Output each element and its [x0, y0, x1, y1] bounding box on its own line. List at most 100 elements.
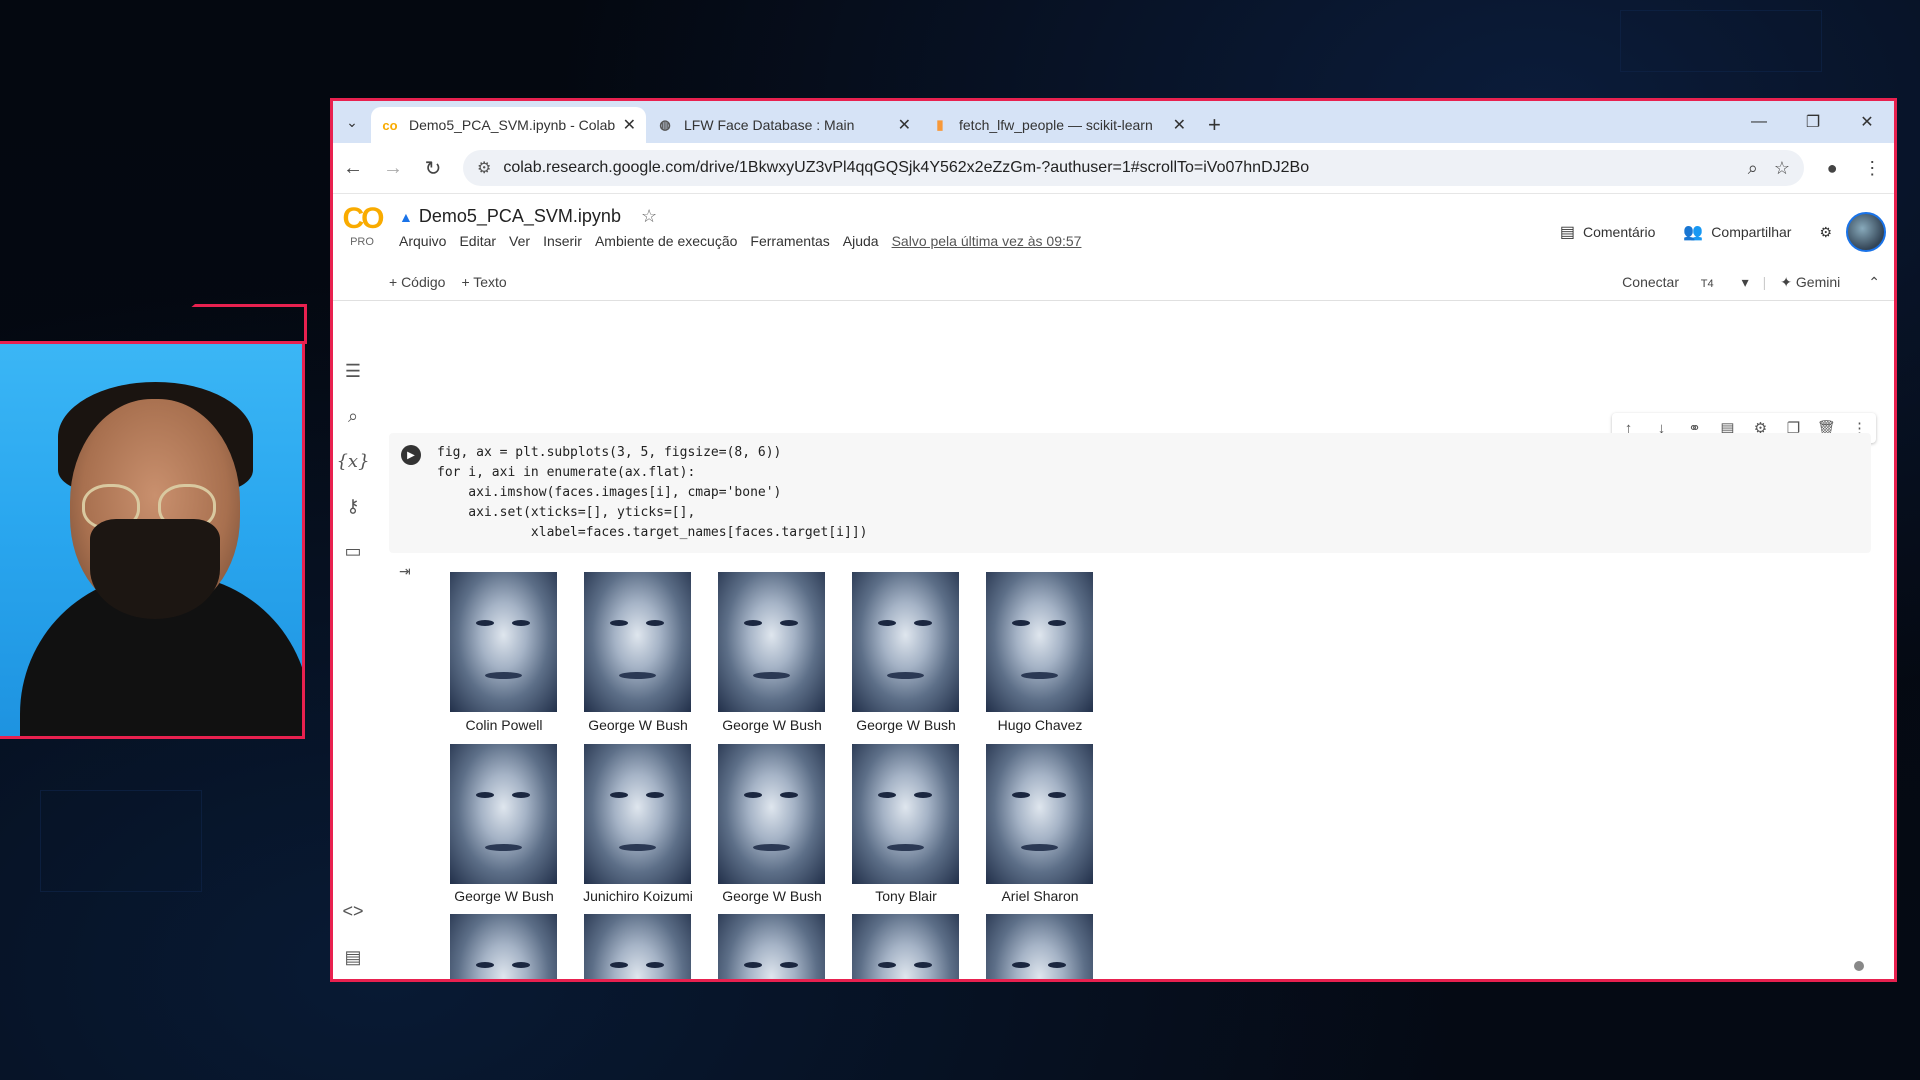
add-text-button[interactable]: + Texto [461, 274, 506, 290]
menu-ferramentas[interactable]: Ferramentas [750, 233, 829, 249]
new-tab-button[interactable]: + [1208, 107, 1221, 143]
connect-label: Conectar [1622, 274, 1679, 290]
eye [646, 792, 664, 798]
star-icon[interactable]: ☆ [641, 206, 657, 227]
colab-icon: co [382, 117, 398, 133]
eye [512, 620, 530, 626]
terminal-icon[interactable]: ▣ [333, 981, 373, 982]
webcam-overlay [0, 341, 305, 739]
search-icon[interactable]: ⌕ [333, 394, 373, 439]
people-icon: 👥 [1683, 224, 1704, 241]
menu-ambiente[interactable]: Ambiente de execução [595, 233, 737, 249]
decor-circuit [40, 790, 202, 892]
command-palette-icon[interactable]: ▤ [333, 935, 373, 979]
eye [914, 620, 932, 626]
gemini-button[interactable]: ✦ Gemini [1780, 274, 1854, 291]
folder-icon[interactable]: ▭ [333, 529, 373, 574]
face-label: George W Bush [722, 888, 822, 904]
key-icon[interactable]: ⚷ [333, 484, 373, 529]
comment-button[interactable]: ▤ Comentário [1560, 222, 1656, 242]
code-snippets-icon[interactable]: <> [333, 889, 373, 934]
avatar[interactable] [1846, 212, 1886, 252]
close-icon[interactable]: ✕ [898, 115, 911, 135]
close-icon[interactable]: ✕ [623, 115, 636, 135]
left-sidebar: ☰ ⌕ {x} ⚷ ▭ <> ▤ ▣ [333, 361, 373, 982]
face-label: Hugo Chavez [997, 717, 1083, 733]
colab-logo[interactable]: CO PRO [333, 194, 391, 264]
eye [512, 962, 530, 968]
run-cell-button[interactable]: ▶ [401, 445, 421, 465]
face-image [718, 572, 825, 712]
mouth [619, 844, 656, 851]
code-cell[interactable]: ▶ fig, ax = plt.subplots(3, 5, figsize=(… [389, 433, 1871, 553]
mouth [485, 844, 522, 851]
pro-badge: PRO [350, 236, 374, 248]
mouth [1021, 844, 1058, 851]
url-text: colab.research.google.com/drive/1BkwxyUZ… [503, 159, 1310, 176]
toc-icon[interactable]: ☰ [333, 349, 373, 394]
menu-ajuda[interactable]: Ajuda [843, 233, 879, 249]
chevron-down-icon[interactable]: ▾ [1742, 274, 1749, 291]
url-field[interactable]: ⚙ colab.research.google.com/drive/1Bkwxy… [463, 150, 1804, 186]
mouth [619, 672, 656, 679]
variables-icon[interactable]: {x} [333, 439, 373, 484]
globe-icon: ◍ [659, 117, 671, 132]
connect-button[interactable]: Conectar T4 [1622, 274, 1727, 290]
tab-colab[interactable]: co Demo5_PCA_SVM.ipynb - Colab ✕ [371, 107, 646, 143]
face-image [986, 572, 1093, 712]
mouth [1021, 672, 1058, 679]
profile-icon[interactable]: ● [1827, 158, 1838, 179]
menu-inserir[interactable]: Inserir [543, 233, 582, 249]
bookmark-star-icon[interactable]: ☆ [1774, 158, 1790, 179]
notebook-title[interactable]: Demo5_PCA_SVM.ipynb [419, 206, 621, 227]
back-icon[interactable]: ← [333, 157, 373, 180]
eye [610, 962, 628, 968]
browser-menu-icon[interactable]: ⋮ [1863, 158, 1881, 179]
tab-lfw[interactable]: ◍ LFW Face Database : Main ✕ [646, 107, 921, 143]
saved-status-link[interactable]: Salvo pela última vez às 09:57 [892, 233, 1082, 249]
drive-icon[interactable]: ▲ [399, 209, 413, 225]
face-image [718, 914, 825, 979]
scroll-indicator[interactable] [1854, 961, 1864, 971]
code-line: xlabel=faces.target_names[faces.target[i… [437, 525, 868, 540]
eye [744, 792, 762, 798]
colab-logo-text: CO [342, 202, 385, 235]
forward-icon[interactable]: → [373, 157, 413, 180]
eye [610, 620, 628, 626]
zoom-icon[interactable]: ⌕ [1748, 158, 1758, 179]
close-icon[interactable]: ✕ [1173, 115, 1186, 135]
tab-bar: ⌄ co Demo5_PCA_SVM.ipynb - Colab ✕ ◍ LFW… [333, 101, 1894, 143]
face-label: Tony Blair [875, 888, 937, 904]
menu-bar: Arquivo Editar Ver Inserir Ambiente de e… [399, 233, 1094, 249]
menu-arquivo[interactable]: Arquivo [399, 233, 446, 249]
code-editor[interactable]: fig, ax = plt.subplots(3, 5, figsize=(8,… [437, 443, 867, 543]
face-label: Colin Powell [465, 717, 543, 733]
share-button[interactable]: 👥 Compartilhar [1683, 222, 1791, 242]
chevron-up-icon[interactable]: ⌃ [1868, 274, 1880, 291]
face-image [584, 572, 691, 712]
close-window-icon[interactable]: ✕ [1840, 112, 1894, 132]
code-line: for i, axi in enumerate(ax.flat): [437, 465, 696, 480]
menu-ver[interactable]: Ver [509, 233, 530, 249]
decor-circuit [1620, 10, 1822, 72]
eye [646, 962, 664, 968]
reload-icon[interactable]: ↻ [413, 156, 453, 181]
minimize-icon[interactable]: — [1732, 113, 1786, 131]
eye [1012, 792, 1030, 798]
face-label: George W Bush [454, 888, 554, 904]
mouth [753, 672, 790, 679]
add-code-button[interactable]: + Código [389, 274, 445, 290]
code-line: axi.set(xticks=[], yticks=[], [437, 505, 696, 520]
settings-icon[interactable]: ⚙ [1819, 224, 1832, 241]
presenter-beard [90, 519, 220, 619]
tab-search-icon[interactable]: ⌄ [333, 101, 371, 143]
window-controls: — ❐ ✕ [1732, 101, 1894, 143]
face-image [986, 744, 1093, 884]
site-info-icon[interactable]: ⚙ [477, 158, 491, 178]
eye [610, 792, 628, 798]
tab-sklearn[interactable]: ▮ fetch_lfw_people — scikit-learn ✕ [921, 107, 1196, 143]
restore-icon[interactable]: ❐ [1786, 112, 1840, 132]
face-image [584, 914, 691, 979]
output-toggle-icon[interactable]: ⇥ [399, 563, 411, 580]
menu-editar[interactable]: Editar [459, 233, 496, 249]
